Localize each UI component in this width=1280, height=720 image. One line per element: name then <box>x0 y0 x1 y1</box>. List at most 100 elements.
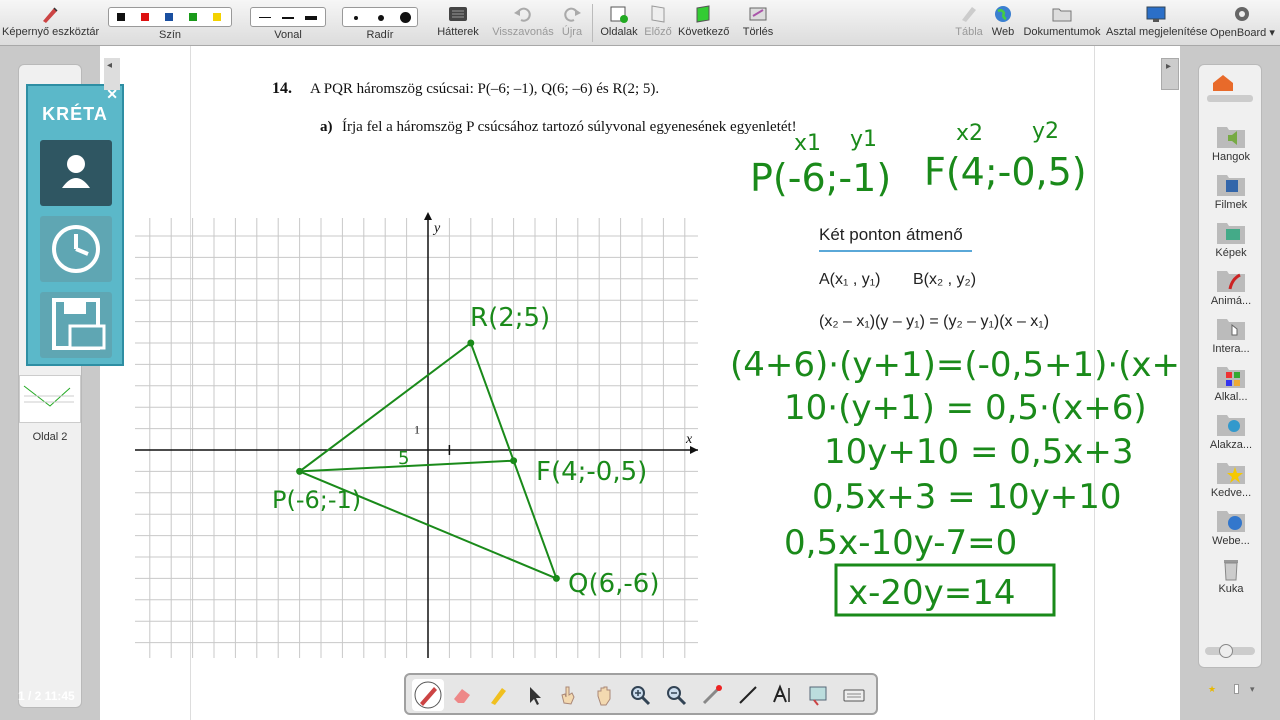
text-tool-icon[interactable] <box>770 683 794 707</box>
globe-icon <box>995 6 1011 22</box>
vertex-q <box>552 574 560 582</box>
previous-page-icon <box>651 5 665 23</box>
images-folder-icon <box>1217 223 1245 244</box>
handwriting-layer: x1 y1 x2 y2 P(-6;-1) F(4;-0,5) R(2;5) F(… <box>272 119 1180 617</box>
color-swatch-red[interactable] <box>141 13 149 21</box>
pen-tool-icon <box>43 7 58 23</box>
laser-pointer-icon[interactable] <box>700 683 724 707</box>
zoom-slider-handle[interactable] <box>1219 644 1233 658</box>
delete-button[interactable]: Törlés <box>738 2 778 38</box>
zoom-in-icon[interactable] <box>628 683 652 707</box>
kreta-logo: KRÉTA <box>42 104 108 124</box>
eraser-small[interactable] <box>354 16 358 20</box>
selector-arrow-icon[interactable] <box>522 683 546 707</box>
library-toggle[interactable]: ▸ <box>1161 58 1179 90</box>
board-button[interactable]: Tábla <box>952 2 986 38</box>
home-icon[interactable] <box>1203 69 1257 103</box>
keyboard-icon[interactable] <box>842 683 866 707</box>
line-tool-icon[interactable] <box>736 683 760 707</box>
movies-folder-icon <box>1217 175 1245 196</box>
redo-button[interactable]: Újra <box>558 2 586 38</box>
pages-button[interactable]: Oldalak <box>598 2 640 38</box>
library-applications[interactable]: Alkal... <box>1199 363 1263 403</box>
undo-button[interactable]: Visszavonás <box>492 2 554 38</box>
hw-equation-3: 10y+10 = 0,5x+3 <box>824 432 1134 472</box>
line-thin[interactable] <box>259 17 271 18</box>
clock-icon <box>52 225 100 273</box>
library-favorites[interactable]: Kedve... <box>1199 459 1263 499</box>
y-axis-label: y <box>432 221 441 236</box>
animations-folder-icon <box>1217 271 1245 292</box>
kreta-widget: ✕ KRÉTA <box>26 84 124 366</box>
chevron-right-icon: ▸ <box>1166 61 1172 72</box>
web-button[interactable]: Web <box>988 2 1018 38</box>
color-swatch-yellow[interactable] <box>213 13 221 21</box>
highlighter-icon[interactable] <box>486 683 510 707</box>
hw-equation-2: 10·(y+1) = 0,5·(x+6) <box>784 388 1147 428</box>
gear-icon <box>1235 7 1249 21</box>
library-movies[interactable]: Filmek <box>1199 171 1263 211</box>
redo-icon <box>564 7 581 22</box>
vertex-p <box>296 467 304 475</box>
hw-equation-result: x-20y=14 <box>848 573 1016 613</box>
save-button[interactable] <box>40 292 112 358</box>
color-swatch-blue[interactable] <box>165 13 173 21</box>
screen-tools-button[interactable]: Képernyő eszköztár <box>2 2 99 38</box>
library-images[interactable]: Képek <box>1199 219 1263 259</box>
battery-icon <box>1234 684 1239 694</box>
color-label: Szín <box>158 29 181 41</box>
library-sounds[interactable]: Hangok <box>1199 123 1263 163</box>
hw-y1: y1 <box>850 127 877 152</box>
library-animations[interactable]: Animá... <box>1199 267 1263 307</box>
line-medium[interactable] <box>282 17 294 19</box>
library-interactives[interactable]: Intera... <box>1199 315 1263 355</box>
eraser-large[interactable] <box>400 12 411 23</box>
pen-icon[interactable] <box>412 679 444 711</box>
color-swatch-black[interactable] <box>117 13 125 21</box>
web-folder-icon <box>1217 511 1245 532</box>
zoom-out-icon[interactable] <box>664 683 688 707</box>
eraser-medium[interactable] <box>378 15 384 21</box>
formula-title: Két ponton átmenő <box>819 225 963 244</box>
library-trash[interactable]: Kuka <box>1199 555 1263 595</box>
interact-hand-icon[interactable] <box>556 683 580 707</box>
problem-statement: A PQR háromszög csúcsai: P(–6; –1), Q(6;… <box>310 81 659 97</box>
part-label: a) <box>320 119 333 135</box>
library-shapes[interactable]: Alakza... <box>1199 411 1263 451</box>
capture-tool-icon[interactable] <box>806 683 830 707</box>
hw-label-r: R(2;5) <box>470 303 550 333</box>
page-thumbnail[interactable] <box>19 375 81 423</box>
library-web[interactable]: Webe... <box>1199 507 1263 547</box>
save-icon <box>52 298 106 350</box>
toolbar-divider <box>592 4 593 42</box>
board-icon <box>962 7 976 22</box>
openboard-menu-button[interactable]: OpenBoard ▾ <box>1210 2 1275 39</box>
hw-x1: x1 <box>794 131 821 156</box>
library-panel: Hangok Filmek Képek Animá... Intera... A… <box>1198 64 1262 668</box>
pan-hand-icon[interactable] <box>592 683 616 707</box>
line-thick[interactable] <box>305 16 317 20</box>
y-axis-arrow <box>424 212 432 220</box>
hw-equation-5: 0,5x-10y-7=0 <box>784 523 1017 563</box>
board-canvas[interactable]: xy1 14. A PQR háromszög csúcsai: P(–6; –… <box>100 46 1180 720</box>
previous-page-button[interactable]: Előző <box>642 2 674 38</box>
formula-point-a: A(x₁ , y₁) <box>819 271 880 288</box>
menu-icon[interactable]: ▾ <box>1250 684 1255 695</box>
backgrounds-button[interactable]: Hátterek <box>434 2 482 38</box>
sounds-folder-icon <box>1217 127 1245 148</box>
folder-icon <box>1052 8 1072 22</box>
clock-button[interactable] <box>40 216 112 282</box>
hw-equation-4: 0,5x+3 = 10y+10 <box>812 477 1122 517</box>
board-drawing: xy1 14. A PQR háromszög csúcsai: P(–6; –… <box>135 80 1180 658</box>
thumbnails-toggle[interactable]: ◂ <box>104 58 120 90</box>
eraser-icon[interactable] <box>450 683 474 707</box>
user-button[interactable] <box>40 140 112 206</box>
line-label: Vonal <box>274 29 302 41</box>
show-desktop-button[interactable]: Asztal megjelenítése <box>1106 2 1208 38</box>
part-text: Írja fel a háromszög P csúcsához tartozó… <box>342 118 797 135</box>
documents-button[interactable]: Dokumentumok <box>1022 2 1102 38</box>
zoom-slider[interactable] <box>1205 644 1255 658</box>
next-page-button[interactable]: Következő <box>678 2 729 38</box>
status-indicators: ★ ▾ <box>1208 684 1258 696</box>
color-swatch-green[interactable] <box>189 13 197 21</box>
